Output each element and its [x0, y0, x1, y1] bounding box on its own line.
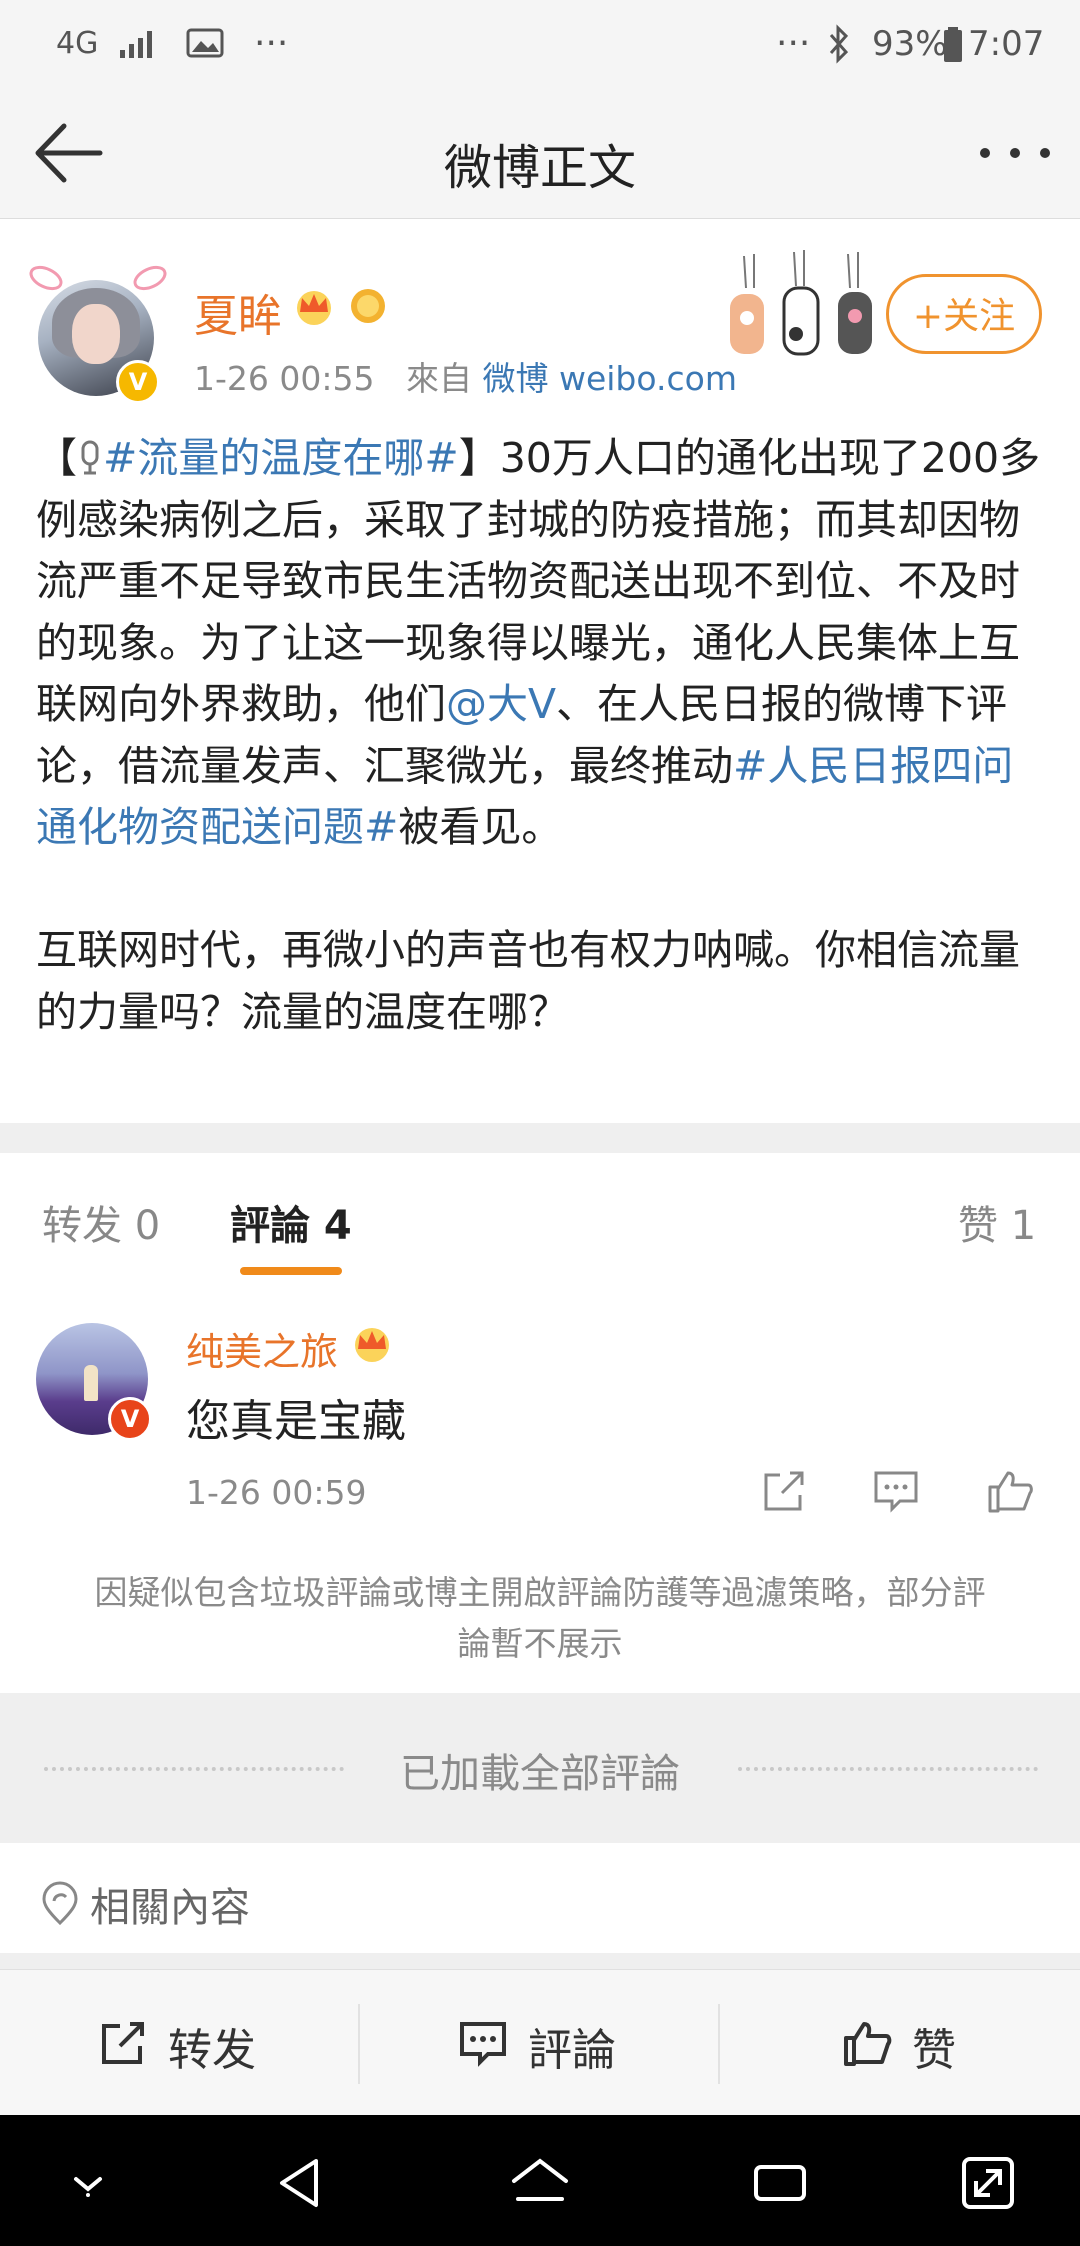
- plus-icon: +: [912, 296, 944, 337]
- post-body: 【#流量的温度在哪#】30万人口的通化出现了200多例感染病例之后，采取了封城的…: [36, 428, 1046, 1043]
- battery-percent: 93%: [872, 24, 948, 64]
- hashtag-link[interactable]: #流量的温度在哪#: [103, 434, 459, 482]
- location-pin-icon: [42, 1881, 78, 1925]
- share-icon[interactable]: [760, 1467, 808, 1515]
- network-type: 4G: [56, 26, 99, 61]
- interaction-tabs: 转发 0 評論 4 赞 1: [0, 1153, 1080, 1286]
- status-more-left: ···: [254, 23, 289, 64]
- tab-comments[interactable]: 評論 4: [230, 1193, 352, 1251]
- active-tab-indicator: [240, 1267, 342, 1275]
- image-icon: [186, 28, 224, 58]
- home-nav-icon[interactable]: [508, 2151, 572, 2215]
- chevron-down-icon[interactable]: [56, 2151, 120, 2215]
- status-more-right: ···: [776, 23, 811, 64]
- medal-icon: [351, 289, 385, 323]
- post-from-prefix: 來自: [405, 359, 472, 398]
- section-divider: [0, 1123, 1080, 1153]
- reply-icon[interactable]: [872, 1467, 920, 1515]
- like-icon[interactable]: [986, 1467, 1034, 1515]
- bunny-ears-decoration: [29, 265, 167, 291]
- navigation-bar: 微博正文: [0, 88, 1080, 219]
- related-content-label: 相關內容: [90, 1885, 250, 1931]
- post-text-part: 被看见。: [398, 803, 563, 851]
- post-meta: 1-26 00:55 來自 微博 weibo.com: [194, 352, 737, 400]
- follow-label: 关注: [943, 296, 1016, 337]
- clock: 7:07: [968, 24, 1045, 64]
- action-separator: [358, 2004, 360, 2084]
- filter-notice: 因疑似包含垃圾評論或博主開啟評論防護等過濾策略，部分評論暫不展示: [0, 1543, 1080, 1693]
- verified-badge: V: [116, 360, 160, 404]
- bottom-action-bar: 转发 評論 赞: [0, 1969, 1080, 2116]
- system-navigation-bar: [0, 2115, 1080, 2246]
- status-bar: 4G ··· ··· 93% 7:07: [0, 0, 1080, 88]
- author-name[interactable]: 夏眸: [194, 280, 282, 344]
- comment-button[interactable]: 評論: [528, 2014, 616, 2078]
- comment-text: 您真是宝藏: [186, 1396, 406, 1447]
- filter-notice-text: 因疑似包含垃圾評論或博主開啟評論防護等過濾策略，部分評論暫不展示: [94, 1573, 986, 1663]
- section-divider: [0, 1953, 1080, 1969]
- action-separator: [718, 2004, 720, 2084]
- tab-likes[interactable]: 赞 1: [958, 1193, 1036, 1251]
- follow-button[interactable]: +关注: [886, 274, 1042, 354]
- dotted-divider-right: [738, 1767, 1038, 1771]
- post-time: 1-26 00:55: [194, 359, 375, 398]
- post-source-link[interactable]: 微博 weibo.com: [482, 359, 736, 398]
- more-options-icon[interactable]: [975, 143, 1055, 163]
- microphone-icon: [81, 440, 99, 475]
- comment-time: 1-26 00:59: [186, 1473, 367, 1512]
- battery-icon: [944, 27, 962, 62]
- commenter-name[interactable]: 纯美之旅: [186, 1321, 338, 1376]
- back-nav-icon[interactable]: [268, 2151, 332, 2215]
- all-loaded-banner: 已加載全部評論: [0, 1693, 1080, 1843]
- page-title: 微博正文: [443, 140, 636, 196]
- weibo-post: V 夏眸 1-26 00:55 來自 微博 weibo.com +关注 【 #流量…: [0, 238, 1080, 1123]
- expand-icon[interactable]: [956, 2151, 1020, 2215]
- bluetooth-icon: [829, 24, 849, 64]
- repost-icon[interactable]: [98, 2018, 148, 2068]
- like-icon[interactable]: [842, 2018, 892, 2068]
- like-button[interactable]: 赞: [912, 2014, 956, 2078]
- comment-icon[interactable]: [458, 2018, 508, 2068]
- vip-crown-icon: [297, 291, 331, 325]
- mention-link[interactable]: @大V: [446, 680, 556, 728]
- signal-icon: [120, 31, 152, 58]
- recent-apps-icon[interactable]: [748, 2151, 812, 2215]
- verified-badge: V: [108, 1397, 152, 1441]
- post-text-bracket: 【: [36, 434, 77, 482]
- related-content-row[interactable]: 相關內容: [0, 1843, 1080, 1954]
- repost-button[interactable]: 转发: [168, 2014, 256, 2078]
- post-paragraph: 互联网时代，再微小的声音也有权力呐喊。你相信流量的力量吗？流量的温度在哪？: [36, 926, 1020, 1036]
- comment-item: V 纯美之旅 您真是宝藏 1-26 00:59: [0, 1285, 1080, 1544]
- vip-crown-icon: [355, 1328, 389, 1362]
- tab-reposts[interactable]: 转发 0: [42, 1193, 160, 1251]
